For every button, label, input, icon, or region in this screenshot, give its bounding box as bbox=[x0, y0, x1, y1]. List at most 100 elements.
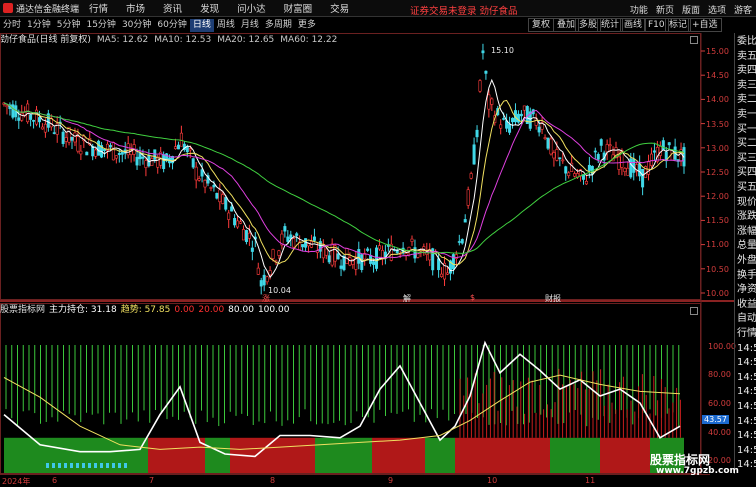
indicator-tick: 100.00 bbox=[708, 342, 736, 351]
indicator-signal-dot bbox=[70, 463, 73, 468]
quote-panel-row: 卖二 bbox=[737, 94, 756, 106]
candle-down bbox=[375, 247, 379, 269]
price-tick: 14.50 bbox=[706, 71, 729, 80]
candle-down bbox=[558, 157, 562, 160]
candle-down bbox=[519, 113, 523, 117]
candle-down bbox=[457, 241, 461, 243]
candle-up bbox=[43, 123, 47, 133]
indicator-band-block bbox=[285, 437, 315, 473]
price-tick: 10.00 bbox=[706, 289, 729, 298]
candle-down bbox=[413, 247, 417, 259]
ma20-line bbox=[3, 102, 685, 259]
candle-up bbox=[522, 105, 526, 111]
candle-down bbox=[117, 153, 121, 155]
candle-up bbox=[555, 149, 559, 161]
candle-down bbox=[652, 150, 656, 153]
candle-down bbox=[336, 253, 340, 260]
candle-down bbox=[200, 169, 204, 177]
high-price-label: 15.10 bbox=[491, 46, 514, 55]
candle-down bbox=[484, 70, 488, 74]
candle-up bbox=[64, 137, 68, 142]
quote-panel-row: 外盘 bbox=[737, 255, 756, 266]
candle-up bbox=[584, 180, 588, 185]
candle-up bbox=[197, 178, 201, 181]
chart-maximize-icon[interactable] bbox=[690, 36, 698, 44]
candle-down bbox=[599, 139, 603, 146]
candle-up bbox=[647, 160, 651, 175]
candle-up bbox=[490, 98, 494, 105]
quote-panel-row: 收益 bbox=[737, 298, 756, 310]
candle-up bbox=[144, 160, 148, 168]
indicator-band-block bbox=[455, 437, 550, 473]
candle-down bbox=[11, 104, 15, 118]
quote-panel-row: 14:5 bbox=[737, 459, 756, 471]
kline-chart[interactable] bbox=[0, 0, 756, 487]
candle-up bbox=[561, 159, 565, 162]
candle-down bbox=[366, 248, 370, 251]
quote-panel-row: 现价 bbox=[737, 196, 756, 208]
candle-up bbox=[256, 267, 260, 275]
candle-up bbox=[156, 156, 160, 168]
candle-up bbox=[94, 149, 98, 157]
candle-down bbox=[327, 255, 331, 263]
indicator-current-badge: 43.57 bbox=[702, 415, 729, 424]
candle-down bbox=[176, 144, 180, 150]
indicator-maximize-icon[interactable] bbox=[690, 307, 698, 315]
candle-down bbox=[546, 137, 550, 149]
candle-up bbox=[608, 144, 612, 147]
indicator-signal-dot bbox=[76, 463, 79, 468]
price-tick: 12.50 bbox=[706, 168, 729, 177]
quote-panel-row: 买二 bbox=[737, 138, 756, 150]
candle-up bbox=[188, 148, 192, 151]
candle-down bbox=[475, 129, 479, 138]
event-tag-unlock[interactable]: 解 bbox=[403, 293, 411, 304]
candle-up bbox=[410, 238, 414, 242]
candle-up bbox=[377, 245, 381, 250]
candle-down bbox=[97, 140, 101, 156]
quote-panel-row: 委比 bbox=[737, 36, 756, 47]
indicator-main-position: 主力持仓: 31.18 bbox=[49, 305, 117, 315]
candle-up bbox=[265, 276, 269, 283]
indicator-name[interactable]: 股票指标网 bbox=[0, 304, 45, 316]
indicator-level-100: 100.00 bbox=[257, 305, 290, 315]
indicator-band-block bbox=[550, 437, 600, 473]
time-tick: 7 bbox=[149, 476, 155, 485]
candle-down bbox=[52, 132, 56, 134]
candle-up bbox=[268, 270, 272, 276]
candle-down bbox=[360, 254, 364, 270]
quote-panel-row: 买三 bbox=[737, 152, 756, 164]
quote-panel-row: 卖五 bbox=[737, 50, 756, 62]
event-tag-rise[interactable]: 涨 bbox=[262, 293, 270, 304]
candle-down bbox=[61, 131, 65, 144]
candle-down bbox=[593, 150, 597, 153]
event-tag-report[interactable]: 财报 bbox=[545, 293, 561, 304]
indicator-band-block bbox=[148, 437, 205, 473]
candle-down bbox=[212, 184, 216, 188]
candle-down bbox=[185, 146, 189, 153]
time-tick: 9 bbox=[388, 476, 394, 485]
quote-panel-row: 14:5 bbox=[737, 444, 756, 456]
candle-down bbox=[661, 140, 665, 151]
candle-down bbox=[667, 142, 671, 146]
candle-down bbox=[564, 166, 568, 174]
candle-down bbox=[502, 118, 506, 120]
indicator-signal-dot bbox=[58, 463, 61, 468]
candle-down bbox=[17, 117, 21, 121]
candle-up bbox=[499, 124, 503, 129]
candle-down bbox=[295, 233, 299, 236]
candle-up bbox=[203, 180, 207, 188]
quote-panel-row: 14:5 bbox=[737, 357, 756, 369]
candle-down bbox=[85, 151, 89, 156]
candle-down bbox=[641, 168, 645, 188]
quote-panel-row: 自动 bbox=[737, 313, 756, 325]
candle-up bbox=[543, 137, 547, 139]
candle-up bbox=[209, 187, 213, 189]
quote-panel-row: 买一 bbox=[737, 123, 756, 135]
quote-panel-row: 14:5 bbox=[737, 430, 756, 442]
candle-up bbox=[227, 212, 231, 220]
candle-up bbox=[247, 232, 251, 239]
event-tag-dividend[interactable]: $ bbox=[470, 293, 475, 302]
candle-down bbox=[233, 218, 237, 226]
indicator-band-block bbox=[372, 437, 425, 473]
candle-up bbox=[271, 249, 275, 259]
